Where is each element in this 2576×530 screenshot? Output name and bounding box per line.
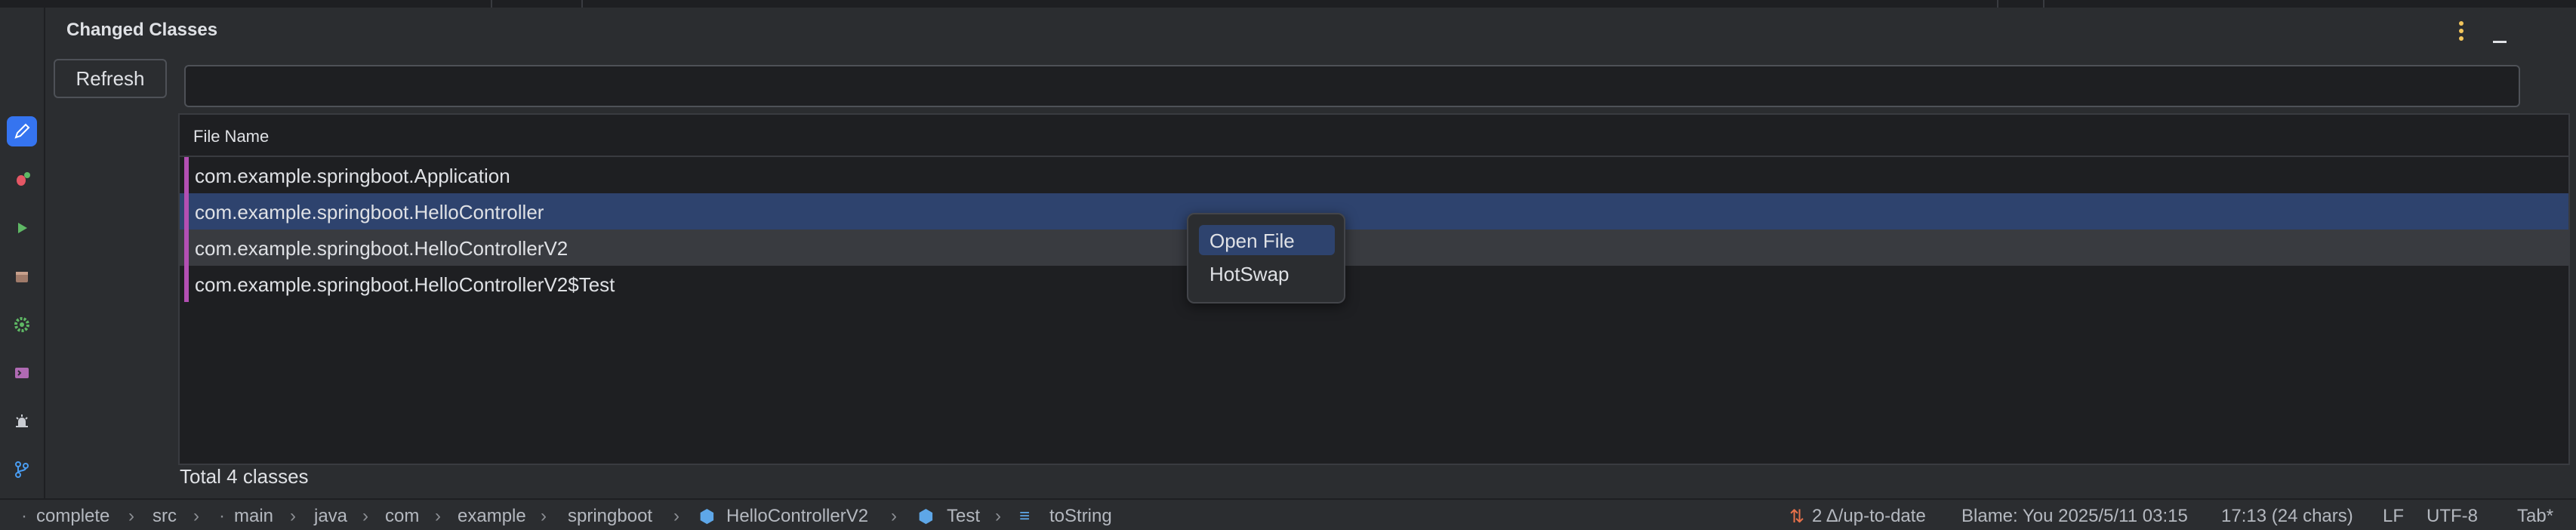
- changed-marker: [184, 266, 189, 302]
- editor-tab-strip: [0, 0, 2576, 8]
- breadcrumb-item[interactable]: example: [458, 506, 526, 527]
- indent-setting[interactable]: Tab*: [2517, 506, 2553, 527]
- chevron-right-icon: ›: [435, 506, 441, 526]
- chevron-right-icon: ›: [673, 506, 679, 526]
- breadcrumb-item[interactable]: Test: [947, 506, 980, 527]
- ide-window: Changed Classes Refresh File Name com.ex…: [0, 0, 2576, 530]
- method-icon: ≡: [1019, 506, 1031, 526]
- breadcrumb-item[interactable]: com: [385, 506, 419, 527]
- tool-window-title: Changed Classes: [66, 20, 218, 40]
- row-file-name: com.example.springboot.HelloControllerV2…: [195, 273, 615, 296]
- cursor-position[interactable]: 17:13 (24 chars): [2221, 506, 2353, 527]
- class-cube-icon: ⬢: [918, 507, 934, 527]
- tool-window-left-pane: [45, 56, 174, 498]
- git-branch-icon[interactable]: [7, 455, 37, 485]
- chevron-right-icon: ›: [541, 506, 547, 526]
- table-row[interactable]: com.example.springboot.HelloControllerV2…: [180, 266, 2568, 302]
- changed-marker: [184, 193, 189, 230]
- more-options-icon[interactable]: [2450, 18, 2473, 44]
- blame-status[interactable]: Blame: You 2025/5/11 03:15: [1961, 506, 2188, 527]
- run-icon[interactable]: [7, 213, 37, 243]
- total-classes-label: Total 4 classes: [180, 465, 309, 488]
- breadcrumb-item[interactable]: HelloControllerV2: [726, 506, 868, 527]
- refresh-button[interactable]: Refresh: [54, 59, 167, 98]
- changed-classes-tool-window: Changed Classes Refresh File Name com.ex…: [45, 8, 2576, 498]
- breadcrumb-item[interactable]: springboot: [568, 506, 652, 527]
- menu-item-label: Open File: [1209, 230, 1295, 252]
- chevron-right-icon: ›: [891, 506, 897, 526]
- context-menu: Open File HotSwap: [1187, 213, 1345, 304]
- table-row[interactable]: com.example.springboot.Application: [180, 157, 2568, 193]
- line-separator[interactable]: LF: [2383, 506, 2404, 527]
- menu-item-open-file[interactable]: Open File: [1199, 225, 1335, 255]
- search-input[interactable]: [184, 65, 2520, 107]
- chevron-right-icon: ›: [995, 506, 1001, 526]
- chevron-right-icon: ›: [128, 506, 134, 526]
- chevron-right-icon: ›: [362, 506, 368, 526]
- table-header: File Name: [180, 115, 2568, 157]
- file-encoding[interactable]: UTF-8: [2427, 506, 2478, 527]
- changed-marker: [184, 230, 189, 266]
- changed-marker: [184, 157, 189, 193]
- row-file-name: com.example.springboot.HelloController: [195, 201, 544, 223]
- pencil-icon[interactable]: [7, 116, 37, 146]
- chevron-right-icon: ›: [193, 506, 199, 526]
- breadcrumb-item[interactable]: java: [314, 506, 347, 527]
- class-cube-icon: ⬢: [699, 507, 715, 527]
- changed-classes-table: File Name com.example.springboot.Applica…: [178, 113, 2570, 465]
- column-header-file-name[interactable]: File Name: [193, 127, 269, 146]
- module-dot-icon: ·: [21, 506, 27, 526]
- menu-item-label: HotSwap: [1209, 263, 1290, 285]
- breadcrumb-item[interactable]: src: [153, 506, 177, 527]
- minimize-icon[interactable]: [2488, 21, 2511, 44]
- table-row-hover[interactable]: com.example.springboot.HelloControllerV2: [180, 230, 2568, 266]
- table-row-selected[interactable]: com.example.springboot.HelloController: [180, 193, 2568, 230]
- left-tool-stripe: [0, 8, 45, 498]
- debug-icon[interactable]: [7, 406, 37, 436]
- settings-icon[interactable]: [7, 310, 37, 340]
- chevron-right-icon: ›: [290, 506, 296, 526]
- row-file-name: com.example.springboot.HelloControllerV2: [195, 237, 569, 260]
- row-file-name: com.example.springboot.Application: [195, 165, 510, 187]
- status-bar: · complete › src › · main › java › com ›…: [0, 498, 2576, 530]
- breadcrumb-item[interactable]: toString: [1049, 506, 1112, 527]
- menu-item-hotswap[interactable]: HotSwap: [1199, 258, 1335, 288]
- module-dot-icon: ·: [219, 506, 225, 526]
- vcs-arrows-icon: ⇅: [1789, 507, 1805, 527]
- vcs-status[interactable]: 2 Δ/up-to-date: [1812, 506, 1926, 527]
- bug-icon[interactable]: [7, 165, 37, 195]
- breadcrumb-item[interactable]: main: [234, 506, 273, 527]
- breadcrumb-item[interactable]: complete: [36, 506, 109, 527]
- package-icon[interactable]: [7, 261, 37, 291]
- terminal-icon[interactable]: [7, 358, 37, 388]
